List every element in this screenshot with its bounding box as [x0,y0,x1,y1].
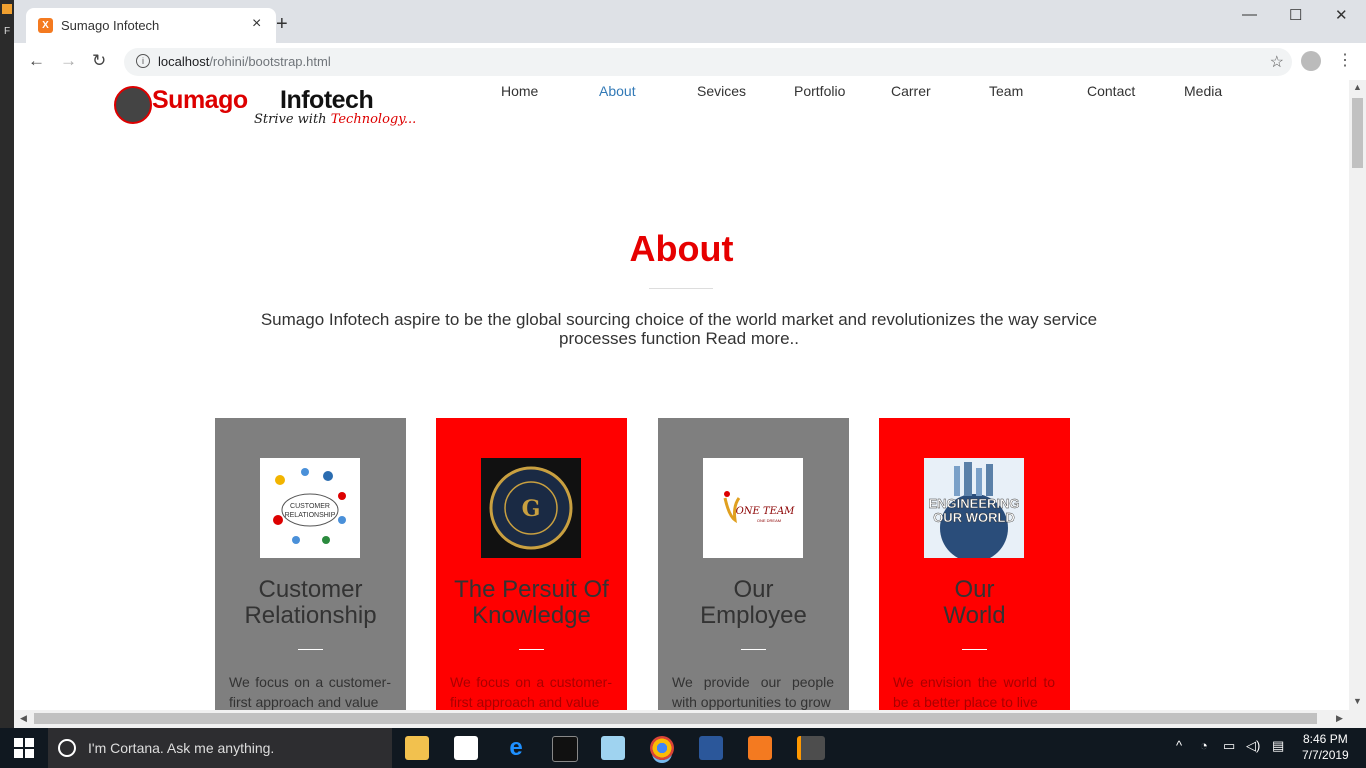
nav-portfolio[interactable]: Portfolio [794,83,845,99]
card-text: We focus on a customer-first approach an… [229,674,391,710]
windows-taskbar: I'm Cortana. Ask me anything. e ^ ◔ ▭ ◁)… [0,728,1366,768]
notifications-icon[interactable]: ▤ [1272,738,1284,754]
card-text: We focus on a customer-first approach an… [450,674,612,710]
logo-tagline: Strive with Technology... [254,112,417,127]
bookmark-star-icon[interactable]: ☆ [1270,52,1284,72]
nav-services[interactable]: Sevices [697,83,746,99]
forward-arrow-icon[interactable]: → [60,51,77,71]
profile-avatar-icon[interactable] [1301,51,1321,71]
back-arrow-icon[interactable]: ← [28,51,45,71]
nav-contact[interactable]: Contact [1087,83,1135,99]
engineering-our-world-image: ENGINEERING OUR WORLD [924,458,1024,558]
card-text: We envision the world to be a better pla… [893,674,1055,710]
windows-start-icon[interactable] [14,738,34,758]
reload-icon[interactable]: ↻ [92,51,106,71]
desktop-edge: F [0,0,14,728]
section-title: About [629,228,734,269]
svg-text:RELATIONSHIP: RELATIONSHIP [285,512,336,519]
title-divider [649,288,713,289]
url-text[interactable]: localhost/rohini/bootstrap.html [158,54,331,69]
customer-relationship-image: CUSTOMER RELATIONSHIP [260,458,360,558]
battery-icon[interactable]: ▭ [1223,738,1235,754]
one-team-image: ONE TEAM ONE DREAM [703,458,803,558]
sublime-icon [2,4,12,14]
volume-icon[interactable]: ◁) [1246,738,1260,754]
svg-text:OUR WORLD: OUR WORLD [933,510,1015,525]
address-bar-area: ← → ↻ i localhost/rohini/bootstrap.html … [14,43,1366,81]
cortana-circle-icon [58,739,76,757]
card-our-world: ENGINEERING OUR WORLD Our World We envisi… [879,418,1070,710]
chrome-menu-icon[interactable]: ⋮ [1337,50,1353,70]
xampp-favicon-icon: X [38,18,53,33]
chrome-taskbar-icon[interactable] [650,736,674,760]
cortana-placeholder: I'm Cortana. Ask me anything. [88,740,275,756]
omnibox[interactable]: i localhost/rohini/bootstrap.html ☆ [124,48,1292,76]
vertical-scrollbar[interactable]: ▲ ▼ [1349,80,1366,710]
tab-close-icon[interactable]: × [252,15,261,33]
nav-home[interactable]: Home [501,83,538,99]
site-logo[interactable]: Sumago Infotech Strive with Technology..… [114,84,424,128]
tab-strip: X Sumago Infotech × + — ☐ ✕ [14,0,1366,43]
file-explorer-icon[interactable] [405,736,429,760]
browser-window: X Sumago Infotech × + — ☐ ✕ ← → ↻ i loca… [14,0,1366,728]
maximize-button[interactable]: ☐ [1289,6,1302,24]
nav-team[interactable]: Team [989,83,1023,99]
card-title: Customer Relationship [244,576,377,629]
xampp-icon[interactable] [748,736,772,760]
card-divider [519,649,544,650]
page-viewport: Sumago Infotech Strive with Technology..… [14,80,1349,710]
browser-tab[interactable]: X Sumago Infotech × [26,8,276,43]
card-our-employee: ONE TEAM ONE DREAM Our Employee We provid… [658,418,849,710]
horizontal-scrollbar[interactable]: ◀ ▶ [14,710,1366,728]
edge-icon[interactable]: e [504,736,528,760]
svg-text:ENGINEERING: ENGINEERING [928,496,1019,511]
show-hidden-icons-chevron-icon[interactable]: ^ [1176,738,1182,753]
new-tab-button[interactable]: + [276,13,288,36]
nav-about[interactable]: About [599,83,636,99]
card-title: The Persuit Of Knowledge [454,576,609,629]
about-lead-text: Sumago Infotech aspire to be the global … [260,310,1098,348]
horizontal-scroll-thumb[interactable] [34,713,1317,724]
tab-title: Sumago Infotech [61,18,160,33]
close-window-button[interactable]: ✕ [1335,6,1348,24]
minimize-button[interactable]: — [1242,6,1257,23]
system-clock[interactable]: 8:46 PM 7/7/2019 [1302,731,1349,763]
vertical-scroll-thumb[interactable] [1352,98,1363,168]
notepad-icon[interactable] [601,736,625,760]
desktop-label: F [4,26,11,37]
svg-text:G: G [522,496,541,522]
card-customer-relationship: CUSTOMER RELATIONSHIP Customer Relationsh… [215,418,406,710]
card-divider [741,649,766,650]
svg-text:ONE DREAM: ONE DREAM [757,518,781,523]
card-title: Our World [943,576,1006,629]
cortana-search-box[interactable]: I'm Cortana. Ask me anything. [48,728,392,768]
logo-name-black: Infotech [280,86,374,114]
svg-text:ONE TEAM: ONE TEAM [736,506,796,517]
info-icon[interactable]: i [136,54,150,68]
card-pursuit-of-knowledge: G The Persuit Of Knowledge We focus on a … [436,418,627,710]
sublime-text-icon[interactable] [797,736,825,760]
pursuit-of-knowledge-image: G [481,458,581,558]
command-prompt-icon[interactable] [552,736,578,762]
store-icon[interactable] [454,736,478,760]
nav-carrer[interactable]: Carrer [891,83,931,99]
card-divider [962,649,987,650]
card-divider [298,649,323,650]
word-icon[interactable] [699,736,723,760]
card-text: We provide our people with opportunities… [672,674,834,710]
logo-globe-icon [114,86,152,124]
card-title: Our Employee [700,576,807,629]
nav-media[interactable]: Media [1184,83,1222,99]
logo-name-red: Sumago [152,86,248,114]
network-icon[interactable]: ◔ [1200,738,1208,753]
svg-text:CUSTOMER: CUSTOMER [290,503,330,510]
